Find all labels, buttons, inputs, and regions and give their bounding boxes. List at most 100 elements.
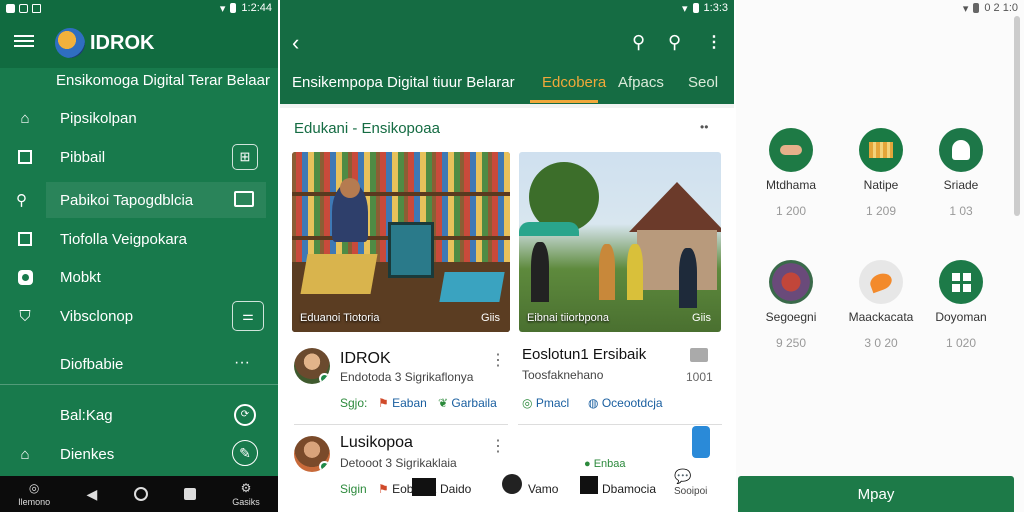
books-icon	[859, 128, 903, 172]
school-photo[interactable]: Eibnai tiiorbpona Giis	[519, 152, 721, 332]
status-time: 0 2 1:0	[984, 2, 1018, 14]
menu-item-label: Pipsikolpan	[60, 109, 137, 127]
grid-label: Mtdhama	[765, 178, 817, 192]
grid-item[interactable]: Segoegni 9 250	[746, 258, 836, 354]
grid-label: Sriade	[943, 178, 979, 192]
item-tag-link[interactable]: ⚑ Eaban	[378, 396, 427, 410]
menu-item-label: Pibbail	[60, 148, 106, 166]
grid-label: Doyoman	[935, 310, 987, 324]
sync-icon[interactable]: ⟳	[234, 404, 256, 426]
menu-item-2[interactable]: Pibbail ⊞	[0, 139, 278, 175]
edit-icon[interactable]: ✎	[232, 440, 258, 466]
more-icon[interactable]: ···	[234, 354, 250, 372]
hamburger-menu-icon[interactable]	[14, 32, 34, 52]
home-circle-icon[interactable]	[133, 487, 148, 501]
search-icon-2[interactable]: ⚲	[668, 32, 681, 53]
content-card: Edukani - Ensikopoaa •• Eduanoi Tiotoria…	[280, 108, 734, 512]
menu-item-4[interactable]: Tiofolla Veigpokara	[0, 221, 278, 257]
wifi-icon: ▾	[962, 2, 969, 15]
avatar-small	[502, 474, 522, 494]
menu-item-label: Dienkes	[60, 445, 115, 463]
status-bar: ▾ 0 2 1:0	[736, 0, 1024, 16]
divider	[0, 384, 278, 385]
bookmark-icon[interactable]	[690, 348, 708, 362]
item-title: Lusikopoa	[340, 434, 413, 451]
avatar	[294, 348, 330, 384]
leaf-icon: ❦	[438, 396, 449, 410]
image-icon	[16, 230, 34, 248]
grid-icon[interactable]: ⊞	[232, 144, 258, 170]
photo-caption: Eibnai tiiorbpona	[527, 312, 609, 324]
grid-item[interactable]: Sriade 1 03	[916, 126, 1006, 222]
house-roof	[629, 182, 721, 232]
nav-home-button[interactable]: ◎ Ilemono	[18, 481, 50, 507]
photo-caption: Eduanoi Tiotoria	[300, 312, 380, 324]
search-icon: ⚲	[16, 192, 27, 209]
menu-item-7[interactable]: Diofbabie ···	[0, 346, 278, 382]
grid-value: 1 209	[865, 204, 897, 218]
apply-button[interactable]: Mpay	[738, 476, 1014, 512]
search-icon[interactable]: ⚲	[632, 32, 645, 53]
home-icon: ⌂	[20, 445, 30, 463]
tab-school[interactable]: Seol	[688, 74, 718, 91]
home-icon: ⌂	[20, 109, 30, 127]
item-menu-icon[interactable]: ⋮	[490, 350, 506, 370]
settings-icon	[16, 268, 34, 286]
list-item[interactable]: Eoslotun1 Ersibaik Toosfaknehano 1001 ◎ …	[518, 338, 734, 424]
notification-icons	[6, 3, 41, 13]
right-panel: ▾ 0 2 1:0 Mtdhama 1 200 Natipe 1 209 Sria…	[736, 0, 1024, 512]
grid-label: Maackacata	[848, 310, 914, 324]
window-icon[interactable]	[234, 191, 254, 207]
tab-apps[interactable]: Afpacs	[618, 74, 664, 91]
grid-value: 9 250	[775, 336, 807, 350]
library-photo[interactable]: Eduanoi Tiotoria Giis	[292, 152, 510, 332]
shield-icon: ⛉	[19, 307, 31, 325]
menu-item-5[interactable]: Mobkt	[0, 259, 278, 295]
nav-settings-button[interactable]: ⚙ Gasiks	[232, 481, 260, 507]
item-tag-link[interactable]: ◍ Oceootdcja	[588, 396, 663, 410]
list-item[interactable]: Lusikopoa ⋮ Detooot 3 Sigrikaklaia Sigin…	[280, 426, 734, 512]
menu-item-9[interactable]: ⌂ Dienkes ✎	[0, 436, 278, 472]
menu-item-6[interactable]: ⛉ Vibsclonop ⚌	[0, 298, 278, 334]
item-tag: Daido	[440, 482, 472, 496]
menu-item-8[interactable]: Bal:Kag ⟳	[0, 397, 278, 433]
divider	[294, 424, 508, 425]
menu-item-label: Vibsclonop	[60, 307, 134, 325]
label-icon	[412, 478, 436, 496]
sliders-icon[interactable]: ⚌	[232, 301, 264, 331]
item-tag: Sigin	[340, 482, 367, 496]
grid-item[interactable]: Doyoman 1 020	[916, 258, 1006, 354]
wifi-icon: ▾	[682, 2, 688, 15]
grid-value: 1 03	[949, 204, 973, 218]
grid-value: 1 020	[945, 336, 977, 350]
system-navigation-bar: ◎ Ilemono ◀ ⚙ Gasiks	[0, 476, 278, 512]
tab-education[interactable]: Edcobera	[542, 74, 606, 91]
menu-item-label: Tiofolla Veigpokara	[60, 230, 188, 248]
item-tag-link[interactable]: ❦ Garbaila	[438, 396, 497, 410]
menu-item-3-selected[interactable]: Pabikoi Tapogdblcia	[46, 182, 266, 218]
phone-icon	[692, 426, 710, 458]
grid-item[interactable]: Natipe 1 209	[836, 126, 926, 222]
overflow-menu-icon[interactable]: ⋮	[706, 32, 722, 52]
teacher-icon	[939, 128, 983, 172]
chat-icon[interactable]: 💬	[674, 468, 691, 485]
back-icon[interactable]: ◀	[87, 486, 98, 503]
item-tag: Dbamocia	[602, 482, 657, 496]
scrollbar[interactable]	[1014, 16, 1020, 216]
grid-item[interactable]: Mtdhama 1 200	[746, 126, 836, 222]
menu-item-label: Mobkt	[60, 268, 101, 286]
status-bar: ▾ 1:3:3	[280, 0, 734, 16]
item-menu-icon[interactable]: ⋮	[490, 436, 506, 456]
back-arrow-icon[interactable]: ‹	[292, 30, 299, 56]
grid-item[interactable]: Maackacata 3 0 20	[836, 258, 926, 354]
item-tag: Vamo	[528, 482, 559, 496]
section-more-icon[interactable]: ••	[700, 120, 708, 134]
list-item[interactable]: IDROK ⋮ Endotoda 3 Sigrikaflonya Sgjo: ⚑…	[280, 338, 508, 424]
recents-icon[interactable]	[183, 488, 196, 500]
drawer-panel: ▾ 1:2:44 IDROK Ensikomoga Digital Terar …	[0, 0, 278, 512]
menu-item-1[interactable]: ⌂ Pipsikolpan	[0, 100, 278, 136]
bird-icon	[859, 260, 903, 304]
item-tag-link[interactable]: ◎ Pmacl	[522, 396, 569, 410]
menu-item-label: Diofbabie	[60, 355, 124, 373]
battery-icon	[973, 3, 980, 13]
